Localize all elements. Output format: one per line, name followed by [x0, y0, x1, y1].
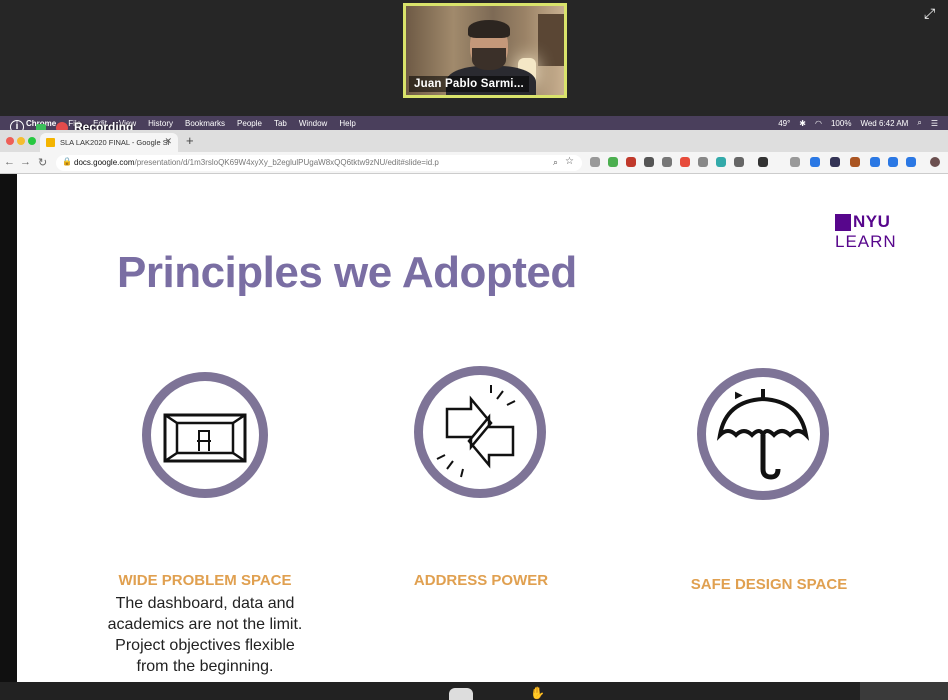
lock-icon: 🔒	[62, 157, 72, 166]
weather-temp: 49°	[778, 118, 791, 128]
menu-help[interactable]: Help	[339, 119, 355, 128]
url-path: /presentation/d/1m3rsloQK69W4xyXy_b2eglu…	[134, 158, 439, 167]
window-zoom-button[interactable]	[28, 137, 36, 145]
participant-hair	[468, 20, 510, 38]
search-icon[interactable]: ⌕	[553, 157, 558, 168]
google-slides-favicon-icon	[46, 138, 55, 147]
participant-name-tag: Juan Pablo Sarmi...	[409, 76, 529, 92]
reload-icon[interactable]: ↻	[38, 156, 47, 169]
extension-icon-16[interactable]	[888, 157, 898, 167]
logo-learn-text: LEARN	[835, 232, 897, 251]
shared-screen: Chrome File Edit View History Bookmarks …	[0, 116, 948, 682]
principle-1-heading: WIDE PROBLEM SPACE	[118, 572, 292, 589]
chat-bubble-icon[interactable]	[449, 688, 473, 700]
extension-icon-4[interactable]	[644, 157, 654, 167]
forward-arrow-icon[interactable]: →	[20, 156, 31, 168]
zoom-bottom-toolbar: ✋	[0, 682, 948, 700]
video-shelf	[538, 14, 564, 66]
tab-title: SLA LAK2020 FINAL - Google Sl	[60, 138, 170, 147]
new-tab-button[interactable]: +	[186, 133, 194, 148]
back-arrow-icon[interactable]: ←	[4, 156, 15, 168]
principle-1-body: The dashboard, data and academics are no…	[95, 593, 315, 677]
slide-title: Principles we Adopted	[117, 248, 577, 297]
menu-window[interactable]: Window	[299, 119, 327, 128]
window-close-button[interactable]	[6, 137, 14, 145]
nyu-learn-logo: NYU LEARN	[835, 212, 905, 254]
url-host: docs.google.com	[74, 158, 135, 167]
principle-2-circle	[414, 366, 546, 498]
spotlight-search-icon[interactable]: ⌕	[917, 118, 921, 128]
raise-hand-icon[interactable]: ✋	[530, 686, 545, 700]
bluetooth-icon[interactable]: ✱	[799, 119, 806, 128]
menu-status-area: 49° ✱ ◠ 100% Wed 6:42 AM ⌕ ☰	[778, 118, 938, 128]
menu-tab[interactable]: Tab	[274, 119, 287, 128]
profile-avatar[interactable]	[930, 157, 940, 167]
empty-room-icon	[163, 413, 247, 463]
principle-1-body-line: from the beginning.	[136, 658, 274, 675]
fullscreen-expand-icon[interactable]: ⤢	[924, 6, 938, 20]
address-bar[interactable]: 🔒 docs.google.com/presentation/d/1m3rslo…	[56, 155, 582, 171]
bottom-right-panel	[860, 682, 948, 700]
battery-percent: 100%	[830, 118, 852, 128]
principle-3-heading: SAFE DESIGN SPACE	[690, 576, 848, 593]
principle-1-body-line: The dashboard, data and	[115, 595, 295, 612]
menu-history[interactable]: History	[148, 119, 173, 128]
principle-2-heading: ADDRESS POWER	[413, 572, 549, 589]
extension-icon-15[interactable]	[870, 157, 880, 167]
control-center-icon[interactable]: ☰	[931, 119, 938, 128]
browser-toolbar: ← → ↻ 🔒 docs.google.com/presentation/d/1…	[0, 152, 948, 174]
extension-icon-10[interactable]	[758, 157, 768, 167]
extension-icon-2[interactable]	[608, 157, 618, 167]
extension-icon-14[interactable]	[850, 157, 860, 167]
extension-icon-6[interactable]	[680, 157, 690, 167]
mac-menu-bar: Chrome File Edit View History Bookmarks …	[0, 116, 948, 130]
principle-3-circle	[697, 368, 829, 500]
tab-close-icon[interactable]: ✕	[164, 136, 172, 147]
menu-bookmarks[interactable]: Bookmarks	[185, 119, 225, 128]
extension-icon-1[interactable]	[590, 157, 600, 167]
umbrella-icon	[716, 389, 810, 480]
browser-tab-bar: SLA LAK2020 FINAL - Google Sl ✕ +	[0, 130, 948, 152]
presentation-slide: NYU LEARN Principles we Adopted WIDE PRO…	[17, 174, 943, 682]
menu-people[interactable]: People	[237, 119, 262, 128]
extension-icon-12[interactable]	[810, 157, 820, 167]
extension-icon-3[interactable]	[626, 157, 636, 167]
nyu-torch-icon	[835, 214, 851, 231]
extension-icon-5[interactable]	[662, 157, 672, 167]
zoom-video-strip: Juan Pablo Sarmi... ⤢	[0, 0, 948, 110]
principle-1-circle	[142, 372, 268, 498]
clock: Wed 6:42 AM	[860, 118, 909, 128]
wifi-icon[interactable]: ◠	[815, 119, 822, 128]
principle-1-body-line: Project objectives flexible	[115, 637, 295, 654]
extension-icon-7[interactable]	[698, 157, 708, 167]
browser-tab-active[interactable]: SLA LAK2020 FINAL - Google Sl ✕	[40, 133, 178, 152]
participant-video-tile[interactable]: Juan Pablo Sarmi...	[403, 3, 567, 98]
opposing-arrows-icon	[436, 385, 516, 478]
principle-1-body-line: academics are not the limit.	[107, 616, 303, 633]
presentation-left-edge	[0, 174, 17, 682]
logo-nyu-text: NYU	[853, 212, 891, 231]
extension-icon-8[interactable]	[716, 157, 726, 167]
extension-icon-9[interactable]	[734, 157, 744, 167]
extension-icon-17[interactable]	[906, 157, 916, 167]
mouse-cursor-icon: ▶	[735, 390, 743, 401]
extension-icon-13[interactable]	[830, 157, 840, 167]
extension-icon-11[interactable]	[790, 157, 800, 167]
bookmark-star-icon[interactable]: ☆	[565, 156, 574, 167]
window-minimize-button[interactable]	[17, 137, 25, 145]
participant-beard	[472, 48, 506, 70]
